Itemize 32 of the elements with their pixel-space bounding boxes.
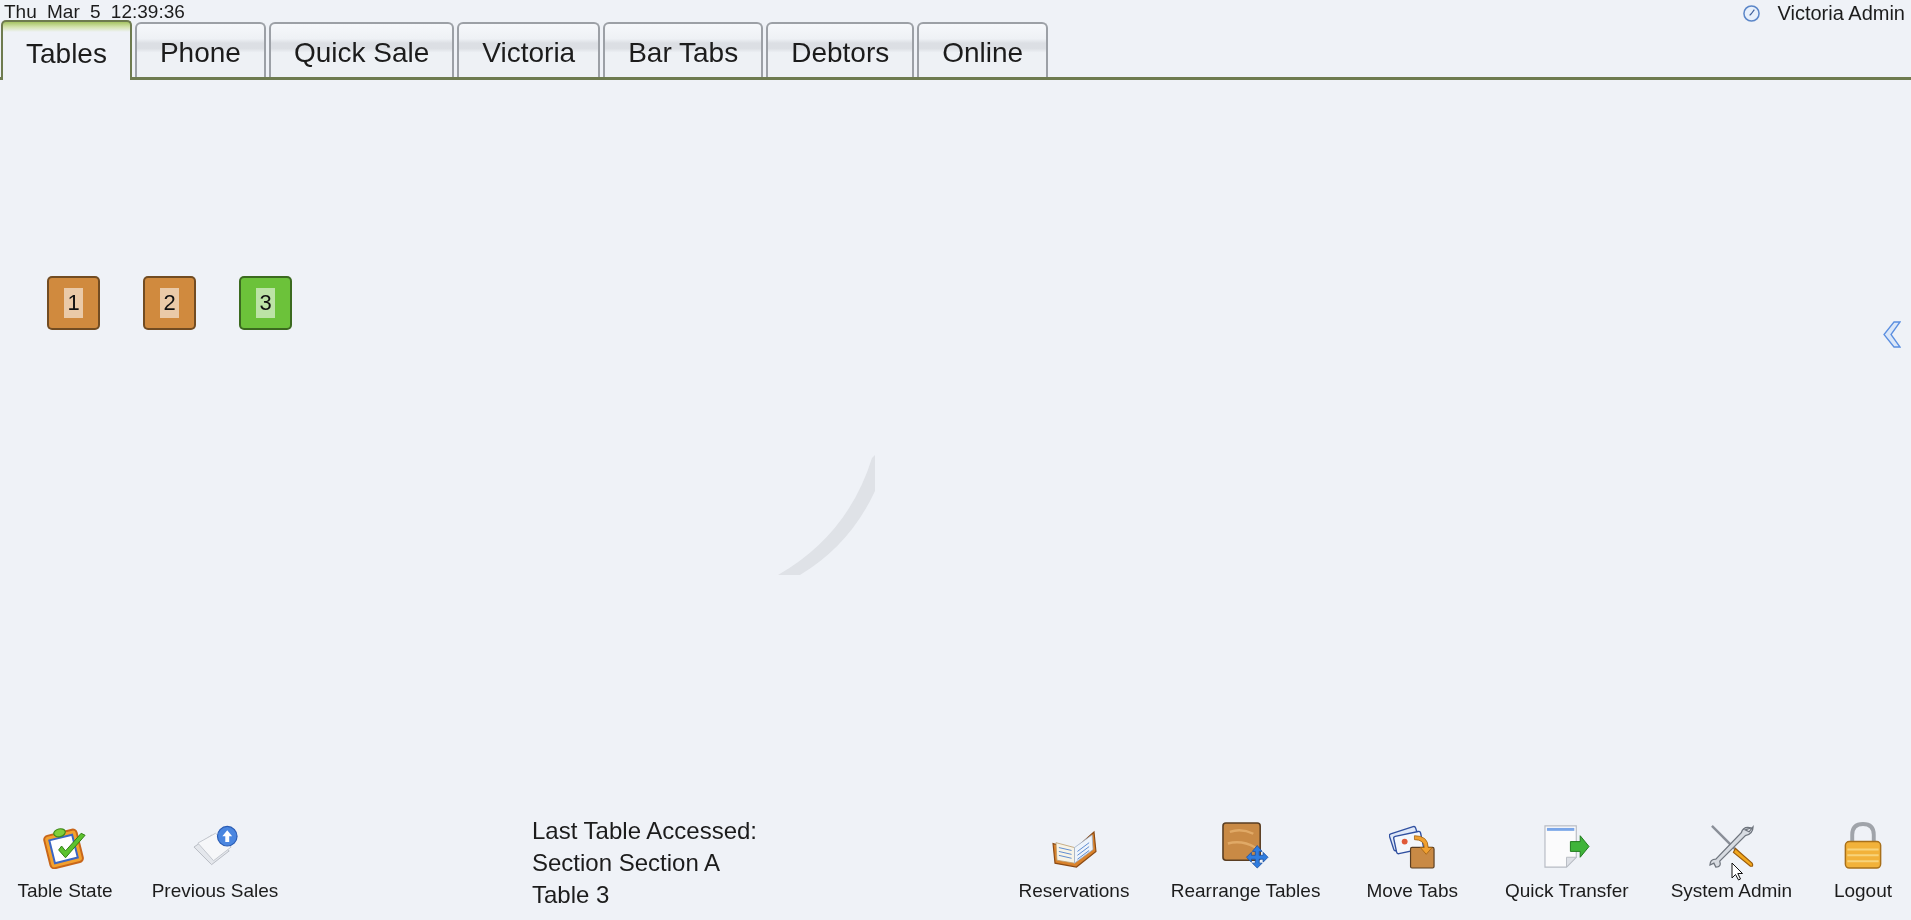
page-arrow-icon [1543, 824, 1591, 869]
wood-square-move-icon [1222, 822, 1270, 869]
toolbar-button[interactable]: Quick Transfer [1493, 800, 1640, 902]
last-table-detail: Section Section A [532, 848, 722, 878]
tab[interactable]: Bar Tabs [603, 22, 764, 77]
toolbar-button[interactable]: Table State [5, 800, 125, 902]
table-tile[interactable]: 3 [239, 276, 292, 330]
user-name-text: Victoria Admin [1777, 3, 1905, 23]
clock-icon [1742, 4, 1760, 22]
chevron-left-icon[interactable] [1883, 321, 1901, 348]
last-table-heading: Last Table Accessed: [532, 816, 758, 846]
tab[interactable]: Debtors [766, 22, 915, 77]
toolbar-button[interactable]: Reservations [1009, 800, 1139, 902]
wrench-screwdriver-icon [1707, 822, 1755, 869]
tab[interactable]: Tables [1, 20, 132, 80]
tab[interactable]: Victoria [457, 22, 601, 77]
date-time-text: Thu Mar 5 12:39:36 [3, 0, 185, 22]
toolbar-button[interactable]: Rearrange Tables [1160, 800, 1331, 902]
clipboard-check-icon [41, 825, 89, 869]
table-tile[interactable]: 1 [47, 276, 100, 330]
toolbar-button[interactable]: System Admin [1661, 800, 1802, 902]
padlock-icon [1842, 822, 1883, 869]
toolbar-button[interactable]: Previous Sales [145, 800, 285, 902]
tab[interactable]: Phone [134, 22, 266, 77]
mouse-pointer-icon [1731, 862, 1744, 881]
open-book-icon [1050, 830, 1098, 869]
tab[interactable]: Quick Sale [268, 22, 455, 77]
table-tile[interactable]: 2 [143, 276, 196, 330]
toolbar-button[interactable]: Logout [1822, 800, 1903, 902]
last-table-detail: Table 3 [532, 880, 611, 910]
tab[interactable]: Online [917, 22, 1049, 77]
toolbar-button[interactable]: Move Tabs [1352, 800, 1473, 902]
